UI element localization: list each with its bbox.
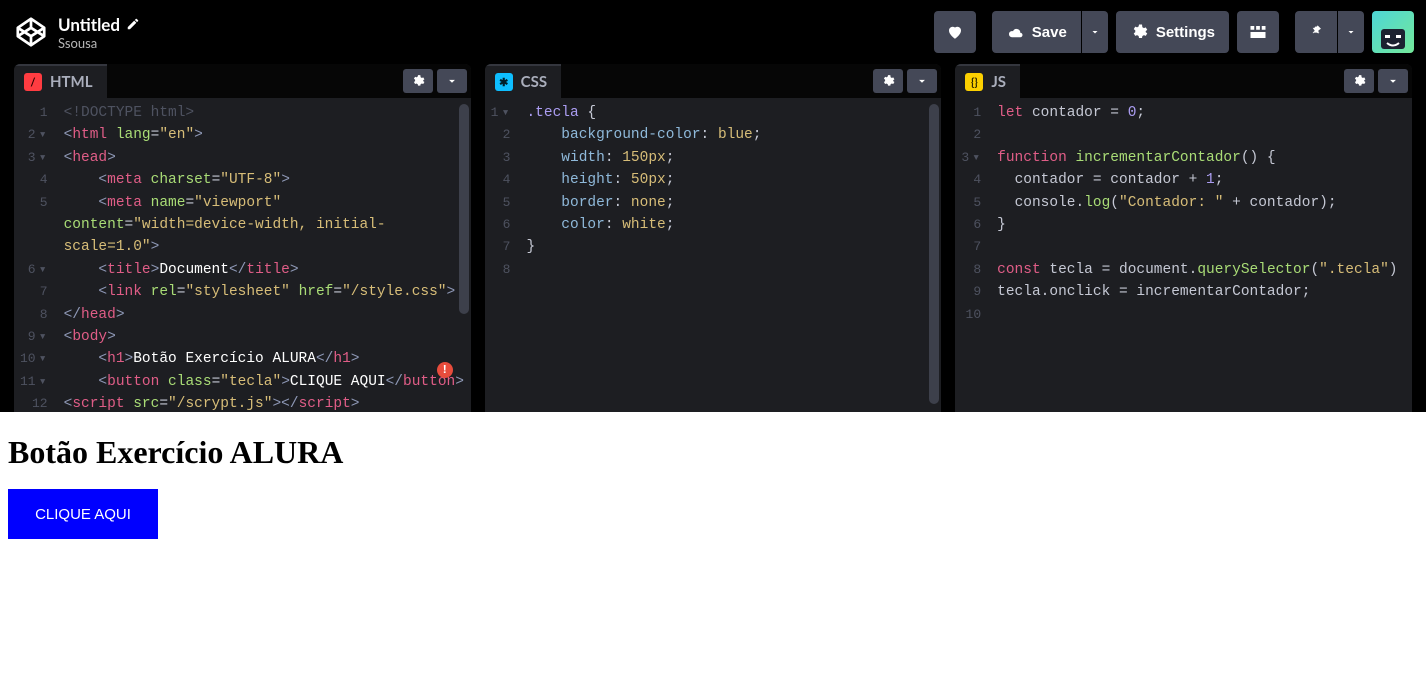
css-editor[interactable]: 1▾ 2 3 4 5 6 7 8 .tecla { background-col… bbox=[485, 98, 942, 412]
heart-icon bbox=[946, 23, 964, 41]
user-avatar[interactable] bbox=[1372, 11, 1414, 53]
settings-button[interactable]: Settings bbox=[1116, 11, 1229, 53]
app-header: Untitled Ssousa Save Settings bbox=[0, 0, 1426, 64]
layout-icon bbox=[1249, 23, 1267, 41]
html-settings-button[interactable] bbox=[403, 69, 433, 93]
gear-icon bbox=[411, 74, 425, 88]
js-badge-icon: {} bbox=[965, 73, 983, 91]
html-code[interactable]: <!DOCTYPE html> <html lang="en"> <head> … bbox=[58, 98, 471, 412]
chevron-down-icon bbox=[915, 74, 929, 88]
editors-row: / HTML 1 2▾ 3▾ 4 5 6▾ 7 8 9▾ 10▾ 11▾ 12 … bbox=[0, 64, 1426, 412]
cloud-icon bbox=[1006, 25, 1024, 39]
chevron-down-icon bbox=[1089, 26, 1101, 38]
css-tab[interactable]: ✱ CSS bbox=[485, 64, 561, 98]
avatar-face-icon bbox=[1375, 23, 1411, 53]
css-settings-button[interactable] bbox=[873, 69, 903, 93]
html-panel: / HTML 1 2▾ 3▾ 4 5 6▾ 7 8 9▾ 10▾ 11▾ 12 … bbox=[14, 64, 471, 412]
save-dropdown-button[interactable] bbox=[1082, 11, 1108, 53]
pin-icon bbox=[1309, 23, 1323, 41]
css-scrollbar[interactable] bbox=[929, 104, 939, 404]
gear-icon bbox=[1130, 23, 1148, 41]
pin-button[interactable] bbox=[1295, 11, 1337, 53]
css-code[interactable]: .tecla { background-color: blue; width: … bbox=[520, 98, 941, 412]
css-badge-icon: ✱ bbox=[495, 73, 513, 91]
css-panel: ✱ CSS 1▾ 2 3 4 5 6 7 8 .tecla { backgrou… bbox=[485, 64, 942, 412]
js-dropdown-button[interactable] bbox=[1378, 69, 1408, 93]
codepen-logo-icon bbox=[16, 17, 46, 47]
edit-title-icon[interactable] bbox=[126, 17, 140, 31]
pin-dropdown-button[interactable] bbox=[1338, 11, 1364, 53]
chevron-down-icon bbox=[445, 74, 459, 88]
love-button[interactable] bbox=[934, 11, 976, 53]
js-tab[interactable]: {} JS bbox=[955, 64, 1020, 98]
gear-icon bbox=[1352, 74, 1366, 88]
pen-author[interactable]: Ssousa bbox=[58, 35, 140, 51]
html-scrollbar[interactable] bbox=[459, 104, 469, 314]
layout-button[interactable] bbox=[1237, 11, 1279, 53]
codepen-logo[interactable] bbox=[12, 13, 50, 51]
error-indicator-icon[interactable]: ! bbox=[437, 362, 453, 378]
chevron-down-icon bbox=[1386, 74, 1400, 88]
html-gutter: 1 2▾ 3▾ 4 5 6▾ 7 8 9▾ 10▾ 11▾ 12 bbox=[14, 98, 58, 412]
gear-icon bbox=[881, 74, 895, 88]
js-panel: {} JS 1 2 3▾ 4 5 6 7 8 9 10 let contador… bbox=[955, 64, 1412, 412]
html-badge-icon: / bbox=[24, 73, 42, 91]
css-panel-head: ✱ CSS bbox=[485, 64, 942, 98]
js-panel-head: {} JS bbox=[955, 64, 1412, 98]
js-gutter: 1 2 3▾ 4 5 6 7 8 9 10 bbox=[955, 98, 991, 412]
css-gutter: 1▾ 2 3 4 5 6 7 8 bbox=[485, 98, 521, 412]
save-button[interactable]: Save bbox=[992, 11, 1081, 53]
html-tab[interactable]: / HTML bbox=[14, 64, 107, 98]
html-panel-head: / HTML bbox=[14, 64, 471, 98]
output-preview: Botão Exercício ALURA CLIQUE AQUI bbox=[0, 412, 1426, 679]
html-editor[interactable]: 1 2▾ 3▾ 4 5 6▾ 7 8 9▾ 10▾ 11▾ 12 <!DOCTY… bbox=[14, 98, 471, 412]
css-dropdown-button[interactable] bbox=[907, 69, 937, 93]
html-dropdown-button[interactable] bbox=[437, 69, 467, 93]
pen-title[interactable]: Untitled bbox=[58, 14, 120, 35]
js-editor[interactable]: 1 2 3▾ 4 5 6 7 8 9 10 let contador = 0; … bbox=[955, 98, 1412, 412]
js-settings-button[interactable] bbox=[1344, 69, 1374, 93]
chevron-down-icon bbox=[1345, 26, 1357, 38]
preview-heading: Botão Exercício ALURA bbox=[8, 434, 1418, 471]
preview-clique-button[interactable]: CLIQUE AQUI bbox=[8, 489, 158, 539]
title-block: Untitled Ssousa bbox=[58, 14, 140, 51]
js-code[interactable]: let contador = 0; function incrementarCo… bbox=[991, 98, 1412, 412]
